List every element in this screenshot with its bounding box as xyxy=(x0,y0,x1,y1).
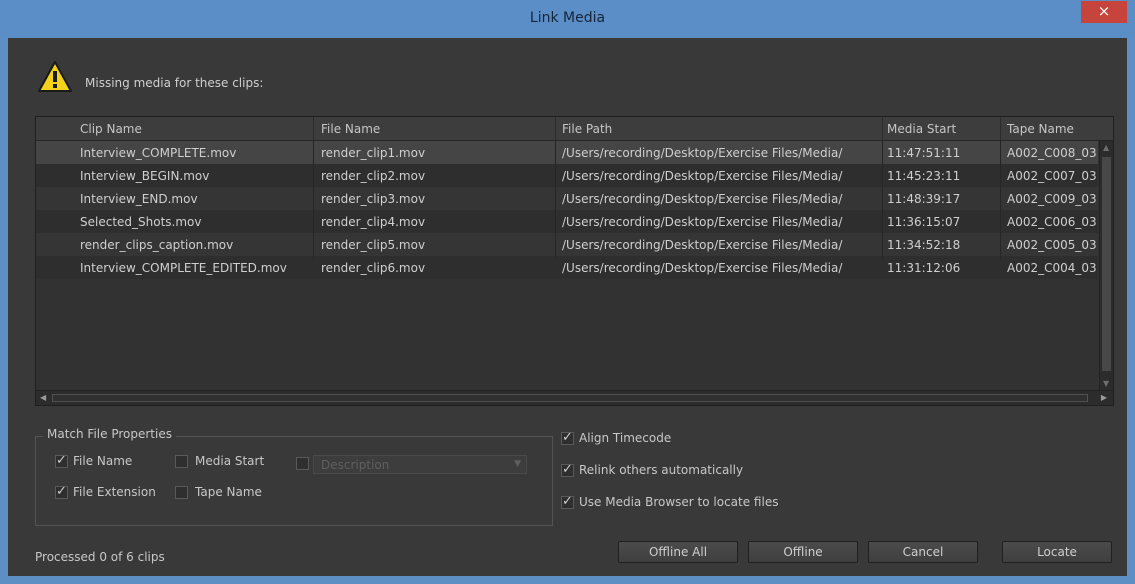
close-icon: × xyxy=(1097,2,1111,20)
table-row[interactable]: Interview_COMPLETE.mov render_clip1.mov … xyxy=(36,141,1098,164)
file-name-label[interactable]: File Name xyxy=(73,454,132,468)
tape-name-cell: A002_C009_03( xyxy=(1007,192,1097,206)
match-file-properties-group xyxy=(35,436,553,526)
warning-icon xyxy=(38,61,72,92)
file-path-cell: /Users/recording/Desktop/Exercise Files/… xyxy=(562,192,843,206)
clip-name-cell: Interview_BEGIN.mov xyxy=(80,169,210,183)
relink-others-label[interactable]: Relink others automatically xyxy=(579,463,743,477)
clip-name-cell: Interview_COMPLETE_EDITED.mov xyxy=(80,261,287,275)
file-name-cell: render_clip6.mov xyxy=(321,261,426,275)
match-file-properties-legend: Match File Properties xyxy=(43,427,176,441)
file-path-cell: /Users/recording/Desktop/Exercise Files/… xyxy=(562,169,843,183)
file-extension-label[interactable]: File Extension xyxy=(73,485,156,499)
locate-button[interactable]: Locate xyxy=(1002,541,1112,563)
table-row[interactable]: render_clips_caption.mov render_clip5.mo… xyxy=(36,233,1098,256)
column-divider xyxy=(882,141,883,259)
use-media-browser-checkbox[interactable] xyxy=(561,494,574,509)
clip-name-cell: Selected_Shots.mov xyxy=(80,215,202,229)
dialog-body: Missing media for these clips: Clip Name… xyxy=(8,38,1127,576)
clip-name-cell: Interview_END.mov xyxy=(80,192,198,206)
column-divider xyxy=(1000,141,1001,259)
media-start-checkbox[interactable] xyxy=(175,455,188,468)
file-name-cell: render_clip1.mov xyxy=(321,146,426,160)
file-name-checkbox[interactable] xyxy=(55,453,68,468)
offline-all-button[interactable]: Offline All xyxy=(618,541,738,563)
offline-button[interactable]: Offline xyxy=(748,541,858,563)
description-dropdown-value: Description xyxy=(321,458,390,472)
window-title: Link Media xyxy=(529,10,606,26)
column-header-tape-name[interactable]: Tape Name xyxy=(1007,122,1097,136)
column-header-file-name[interactable]: File Name xyxy=(321,122,551,136)
title-bar[interactable]: Link Media × xyxy=(0,0,1135,38)
media-start-cell: 11:34:52:18 xyxy=(887,238,961,252)
tape-name-cell: A002_C007_03( xyxy=(1007,169,1097,183)
align-timecode-checkbox[interactable] xyxy=(561,430,574,445)
scroll-up-icon[interactable]: ▲ xyxy=(1103,143,1109,152)
link-media-window: Link Media × Missing media for these cli… xyxy=(0,0,1135,584)
table-row[interactable]: Interview_END.mov render_clip3.mov /User… xyxy=(36,187,1098,210)
cancel-button[interactable]: Cancel xyxy=(868,541,978,563)
align-timecode-label[interactable]: Align Timecode xyxy=(579,431,671,445)
clip-name-cell: Interview_COMPLETE.mov xyxy=(80,146,237,160)
tape-name-cell: A002_C008_03( xyxy=(1007,146,1097,160)
close-button[interactable]: × xyxy=(1081,1,1127,23)
tape-name-cell: A002_C006_03( xyxy=(1007,215,1097,229)
processing-status: Processed 0 of 6 clips xyxy=(35,550,165,564)
scroll-right-icon[interactable]: ▶ xyxy=(1101,393,1107,402)
file-extension-checkbox[interactable] xyxy=(55,484,68,499)
media-start-cell: 11:36:15:07 xyxy=(887,215,961,229)
file-name-cell: render_clip2.mov xyxy=(321,169,426,183)
file-name-cell: render_clip4.mov xyxy=(321,215,426,229)
table-row[interactable]: Selected_Shots.mov render_clip4.mov /Use… xyxy=(36,210,1098,233)
file-name-cell: render_clip3.mov xyxy=(321,192,426,206)
table-row[interactable]: Interview_COMPLETE_EDITED.mov render_cli… xyxy=(36,256,1098,279)
media-start-cell: 11:45:23:11 xyxy=(887,169,961,183)
horizontal-scroll-thumb[interactable] xyxy=(52,394,1088,402)
file-name-cell: render_clip5.mov xyxy=(321,238,426,252)
description-checkbox[interactable] xyxy=(296,457,309,470)
table-row[interactable]: Interview_BEGIN.mov render_clip2.mov /Us… xyxy=(36,164,1098,187)
file-path-cell: /Users/recording/Desktop/Exercise Files/… xyxy=(562,215,843,229)
vertical-scroll-thumb[interactable] xyxy=(1102,157,1111,371)
column-header-clip-name[interactable]: Clip Name xyxy=(80,122,310,136)
chevron-down-icon: ▼ xyxy=(514,459,521,469)
column-divider xyxy=(555,141,556,259)
vertical-scrollbar[interactable]: ▲ ▼ xyxy=(1099,141,1113,390)
tape-name-checkbox[interactable] xyxy=(175,486,188,499)
column-header-file-path[interactable]: File Path xyxy=(562,122,872,136)
file-path-cell: /Users/recording/Desktop/Exercise Files/… xyxy=(562,261,843,275)
media-start-cell: 11:47:51:11 xyxy=(887,146,961,160)
scroll-left-icon[interactable]: ◀ xyxy=(40,393,46,402)
horizontal-scrollbar[interactable]: ◀ ▶ xyxy=(36,390,1113,405)
media-start-label[interactable]: Media Start xyxy=(195,454,264,468)
media-start-cell: 11:31:12:06 xyxy=(887,261,961,275)
table-header: Clip Name File Name File Path Media Star… xyxy=(36,117,1113,141)
tape-name-label[interactable]: Tape Name xyxy=(195,485,262,499)
missing-media-message: Missing media for these clips: xyxy=(85,76,264,90)
missing-clips-table[interactable]: Clip Name File Name File Path Media Star… xyxy=(35,116,1114,406)
file-path-cell: /Users/recording/Desktop/Exercise Files/… xyxy=(562,146,843,160)
column-divider xyxy=(313,141,314,259)
media-start-cell: 11:48:39:17 xyxy=(887,192,961,206)
clip-name-cell: render_clips_caption.mov xyxy=(80,238,234,252)
file-path-cell: /Users/recording/Desktop/Exercise Files/… xyxy=(562,238,843,252)
description-dropdown[interactable]: Description ▼ xyxy=(313,455,527,474)
tape-name-cell: A002_C004_03( xyxy=(1007,261,1097,275)
relink-others-checkbox[interactable] xyxy=(561,462,574,477)
tape-name-cell: A002_C005_03( xyxy=(1007,238,1097,252)
use-media-browser-label[interactable]: Use Media Browser to locate files xyxy=(579,495,778,509)
column-header-media-start[interactable]: Media Start xyxy=(887,122,997,136)
scroll-down-icon[interactable]: ▼ xyxy=(1103,379,1109,388)
